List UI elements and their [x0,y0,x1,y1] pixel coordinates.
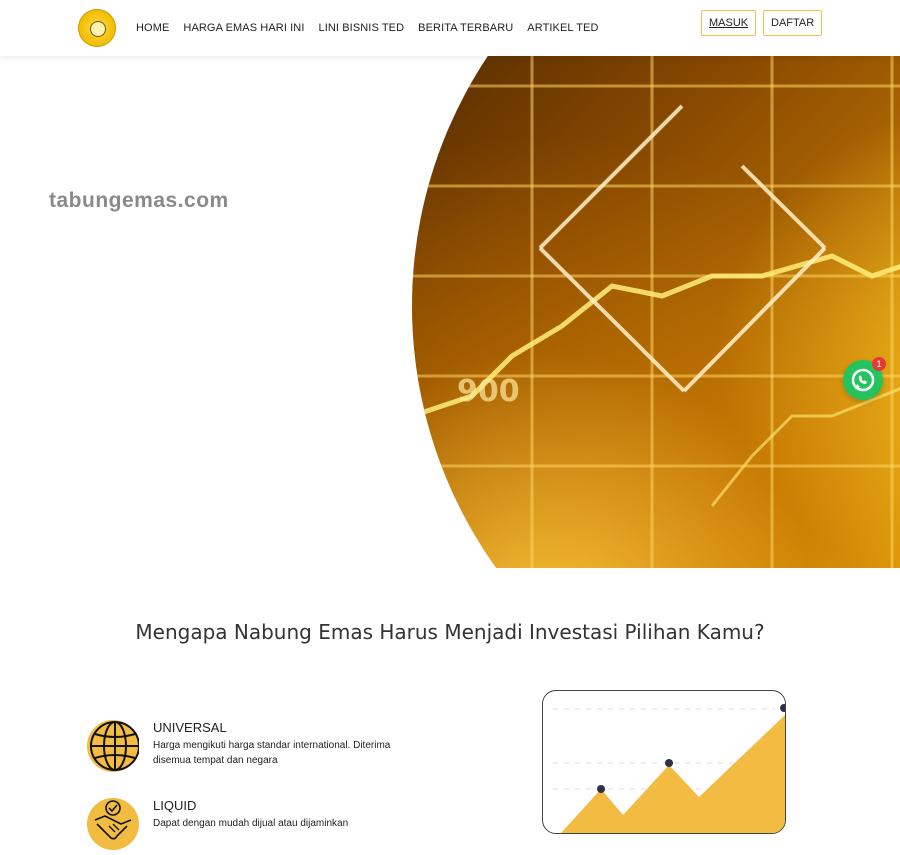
feature-description: Harga mengikuti harga standar internatio… [153,740,391,766]
whatsapp-button[interactable]: 1 [843,357,886,400]
site-header: HOME HARGA EMAS HARI INI LINI BISNIS TED… [0,0,900,56]
feature-title: UNIVERSAL [153,720,227,735]
logo-emblem [90,21,106,37]
nav-home[interactable]: HOME [136,22,169,34]
handshake-icon [87,798,139,850]
hero-gold-chart-image: 900 [412,56,900,568]
login-button[interactable]: MASUK [701,10,757,36]
hero-banner: 900 [0,56,900,568]
nav-berita[interactable]: BERITA TERBARU [418,22,513,34]
site-logo[interactable] [78,9,116,47]
section-title: Mengapa Nabung Emas Harus Menjadi Invest… [135,620,765,644]
nav-artikel[interactable]: ARTIKEL TED [527,22,598,34]
main-nav: HOME HARGA EMAS HARI INI LINI BISNIS TED… [136,22,599,34]
feature-title: LIQUID [153,798,197,813]
globe-icon [87,720,140,772]
nav-lini-bisnis[interactable]: LINI BISNIS TED [319,22,405,34]
chart-point [780,704,785,712]
notification-badge: 1 [872,357,886,371]
register-button[interactable]: DAFTAR [763,10,823,36]
chart-point [665,759,673,767]
nav-harga-emas[interactable]: HARGA EMAS HARI INI [183,22,304,34]
feature-description: Dapat dengan mudah dijual atau dijaminka… [153,818,349,829]
growth-illustration [542,690,786,834]
chart-point [597,785,605,793]
hero-chart-number: 900 [457,374,520,409]
